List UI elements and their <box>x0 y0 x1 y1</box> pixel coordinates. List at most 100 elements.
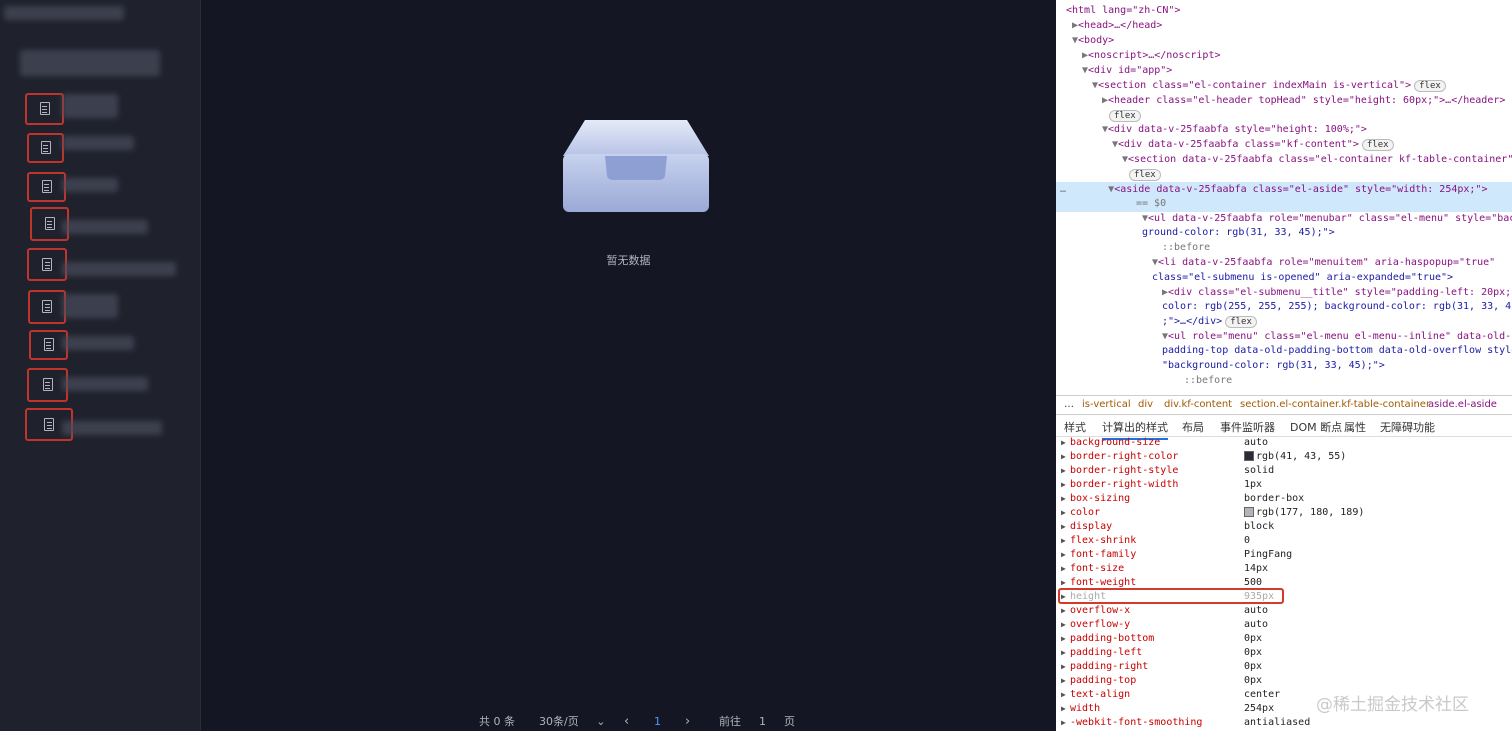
breadcrumb-item[interactable]: … <box>1064 399 1074 410</box>
computed-property-row[interactable]: ▶ box-sizing border-box <box>1056 492 1512 506</box>
breadcrumb-item[interactable]: is-vertical <box>1082 399 1131 410</box>
expand-arrow-icon[interactable]: ▶ <box>1061 562 1066 576</box>
tree-line[interactable]: padding-top data-old-padding-bottom data… <box>1162 344 1512 358</box>
tree-line[interactable]: ▶<header class="el-header topHead" style… <box>1102 94 1505 108</box>
tree-line[interactable]: ▼<div data-v-25faabfa style="height: 100… <box>1102 123 1367 137</box>
flex-badge[interactable]: flex <box>1225 316 1257 328</box>
tree-line[interactable]: flex <box>1126 168 1161 182</box>
tree-line[interactable]: ▶<head>…</head> <box>1072 19 1162 33</box>
sidebar-aside <box>0 0 201 731</box>
computed-property-row[interactable]: ▶ background-size auto <box>1056 436 1512 450</box>
expand-arrow-icon[interactable]: ▶ <box>1061 450 1066 464</box>
color-swatch-icon[interactable] <box>1244 451 1254 461</box>
tree-line[interactable]: ::before <box>1184 374 1232 388</box>
expand-arrow-icon[interactable]: ▶ <box>1061 464 1066 478</box>
tree-line[interactable]: ▶<noscript>…</noscript> <box>1082 49 1220 63</box>
flex-badge[interactable]: flex <box>1414 80 1446 92</box>
document-icon <box>43 338 54 351</box>
tab-layout[interactable]: 布局 <box>1182 419 1204 435</box>
breadcrumb-item[interactable]: div.kf-content <box>1164 399 1232 410</box>
next-page-button[interactable]: › <box>685 714 690 729</box>
tree-line[interactable]: ;">…</div> flex <box>1162 315 1257 329</box>
tree-line[interactable]: "background-color: rgb(31, 33, 45);"> <box>1162 359 1385 373</box>
expand-arrow-icon[interactable]: ▶ <box>1061 632 1066 646</box>
expand-arrow-icon[interactable]: ▶ <box>1061 674 1066 688</box>
blurred-submenu-title[interactable] <box>20 50 160 76</box>
computed-property-row[interactable]: ▶ border-right-width 1px <box>1056 478 1512 492</box>
breadcrumb-item[interactable]: section.el-container.kf-table-container <box>1240 399 1430 410</box>
page-number-current[interactable]: 1 <box>654 715 661 728</box>
property-name: width <box>1070 703 1101 714</box>
tree-line[interactable]: <html lang="zh-CN"> <box>1066 4 1180 18</box>
tree-line[interactable]: ▼<ul role="menu" class="el-menu el-menu-… <box>1162 330 1511 344</box>
tab-dom-breakpoints[interactable]: DOM 断点 <box>1290 419 1342 435</box>
flex-badge[interactable]: flex <box>1109 110 1141 122</box>
expand-arrow-icon[interactable]: ▶ <box>1061 506 1066 520</box>
computed-property-row[interactable]: ▶ height 935px <box>1056 588 1512 604</box>
property-value: 1px <box>1244 478 1262 492</box>
tree-line[interactable]: ▼<section data-v-25faabfa class="el-cont… <box>1122 153 1512 167</box>
computed-property-row[interactable]: ▶ color rgb(177, 180, 189) <box>1056 506 1512 520</box>
computed-property-row[interactable]: ▶ font-size 14px <box>1056 562 1512 576</box>
blurred-menu-label <box>62 94 118 118</box>
expand-arrow-icon[interactable]: ▶ <box>1061 604 1066 618</box>
computed-property-row[interactable]: ▶ overflow-y auto <box>1056 618 1512 632</box>
expand-arrow-icon[interactable]: ▶ <box>1061 646 1066 660</box>
tree-line[interactable]: ▼<ul data-v-25faabfa role="menubar" clas… <box>1142 212 1512 226</box>
tree-line[interactable]: ▶<div class="el-submenu__title" style="p… <box>1162 286 1511 300</box>
tree-line[interactable]: color: rgb(255, 255, 255); background-co… <box>1162 300 1512 314</box>
property-value-text: border-box <box>1244 493 1305 504</box>
tree-line[interactable]: ▼<div data-v-25faabfa class="kf-content"… <box>1112 138 1394 152</box>
computed-property-row[interactable]: ▶ border-right-color rgb(41, 43, 55) <box>1056 450 1512 464</box>
computed-property-row[interactable]: ▶ padding-right 0px <box>1056 660 1512 674</box>
expand-arrow-icon[interactable]: ▶ <box>1061 492 1066 506</box>
expand-arrow-icon[interactable]: ▶ <box>1061 436 1066 450</box>
computed-property-row[interactable]: ▶ padding-left 0px <box>1056 646 1512 660</box>
tree-line[interactable]: ::before <box>1162 241 1210 255</box>
expand-arrow-icon[interactable]: ▶ <box>1061 702 1066 716</box>
flex-badge[interactable]: flex <box>1361 139 1394 151</box>
expand-arrow-icon[interactable]: ▶ <box>1061 548 1066 562</box>
expand-arrow-icon[interactable]: ▶ <box>1061 660 1066 674</box>
prev-page-button[interactable]: ‹ <box>624 714 629 729</box>
computed-property-row[interactable]: ▶ display block <box>1056 520 1512 534</box>
color-swatch-icon[interactable] <box>1244 507 1254 517</box>
breadcrumb-item[interactable]: aside.el-aside <box>1428 399 1497 410</box>
tree-line[interactable]: flex <box>1106 109 1141 123</box>
tree-line[interactable]: class="el-submenu is-opened" aria-expand… <box>1152 271 1453 285</box>
expand-arrow-icon[interactable]: ▶ <box>1061 534 1066 548</box>
computed-property-row[interactable]: ▶ padding-bottom 0px <box>1056 632 1512 646</box>
computed-property-row[interactable]: ▶ border-right-style solid <box>1056 464 1512 478</box>
blurred-menu-label <box>62 220 148 234</box>
expand-arrow-icon[interactable]: ▶ <box>1061 520 1066 534</box>
computed-property-row[interactable]: ▶ padding-top 0px <box>1056 674 1512 688</box>
breadcrumb-item[interactable]: div <box>1138 399 1153 410</box>
tab-accessibility[interactable]: 无障碍功能 <box>1380 419 1435 435</box>
menu-item-icon-highlight <box>27 172 66 202</box>
tree-line[interactable]: ▼<section class="el-container indexMain … <box>1092 79 1446 93</box>
property-value: block <box>1244 520 1274 534</box>
computed-property-row[interactable]: ▶ font-family PingFang <box>1056 548 1512 562</box>
expand-arrow-icon[interactable]: ▶ <box>1061 716 1066 730</box>
flex-badge[interactable]: flex <box>1129 169 1161 181</box>
computed-property-row[interactable]: ▶ overflow-x auto <box>1056 604 1512 618</box>
expand-arrow-icon[interactable]: ▶ <box>1061 478 1066 492</box>
blurred-menu-label <box>62 262 176 276</box>
tab-styles[interactable]: 样式 <box>1064 419 1086 435</box>
tree-line[interactable]: ground-color: rgb(31, 33, 45);"> <box>1142 226 1335 240</box>
page-size-select[interactable]: 30条/页 ⌄ <box>539 713 605 729</box>
tree-line[interactable]: ▼<div id="app"> <box>1082 64 1172 78</box>
goto-page-input[interactable]: 1 <box>759 715 766 728</box>
tab-properties[interactable]: 属性 <box>1344 419 1366 435</box>
tab-event-listeners[interactable]: 事件监听器 <box>1220 419 1275 435</box>
document-icon <box>44 217 55 230</box>
expand-arrow-icon[interactable]: ▶ <box>1061 688 1066 702</box>
tree-line[interactable]: ▼<li data-v-25faabfa role="menuitem" ari… <box>1152 256 1495 270</box>
computed-property-row[interactable]: ▶ flex-shrink 0 <box>1056 534 1512 548</box>
main-content: 暂无数据 共 0 条 30条/页 ⌄ ‹ 1 › 前往 1 页 <box>201 0 1056 731</box>
computed-property-row[interactable]: ▶ -webkit-font-smoothing antialiased <box>1056 716 1512 730</box>
tree-line-selected[interactable]: … ▼<aside data-v-25faabfa class="el-asid… <box>1060 183 1487 197</box>
tree-line[interactable]: ▼<body> <box>1072 34 1114 48</box>
expand-arrow-icon[interactable]: ▶ <box>1061 590 1066 604</box>
expand-arrow-icon[interactable]: ▶ <box>1061 618 1066 632</box>
